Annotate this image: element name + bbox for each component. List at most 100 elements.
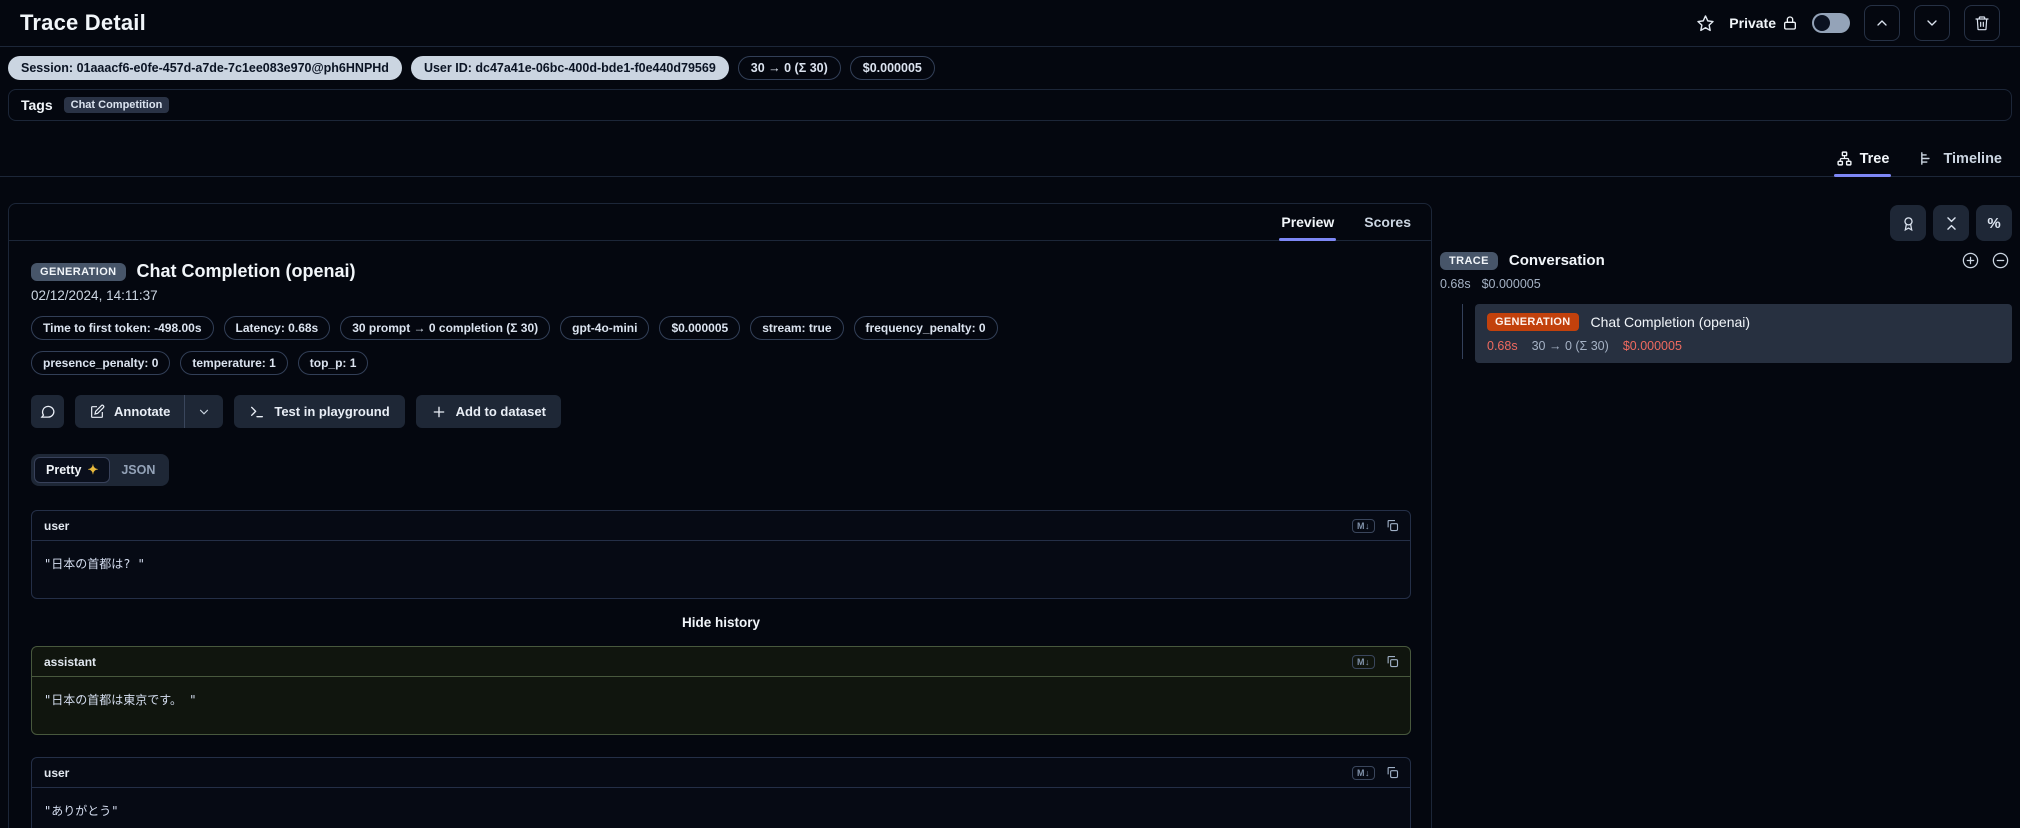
tab-scores[interactable]: Scores (1362, 204, 1413, 240)
copy-icon[interactable] (1385, 518, 1400, 533)
generation-type-badge: GENERATION (1487, 313, 1579, 331)
page-header: Trace Detail Private (0, 0, 2020, 47)
annotate-button[interactable]: Annotate (75, 395, 184, 428)
trace-root-row[interactable]: TRACE Conversation (1440, 251, 2012, 270)
tree-indent-line (1440, 304, 1463, 359)
format-pretty-button[interactable]: Pretty ✦ (34, 457, 111, 483)
message-role: assistant (44, 654, 97, 669)
annotate-dropdown-button[interactable] (185, 395, 223, 428)
format-json-button[interactable]: JSON (110, 459, 166, 481)
badge-model[interactable]: gpt-4o-mini (560, 316, 650, 340)
delete-trace-button[interactable] (1964, 5, 2000, 41)
tree-item-title: Chat Completion (openai) (1590, 314, 1751, 330)
format-toggle: Pretty ✦ JSON (31, 454, 170, 486)
markdown-toggle-icon[interactable]: M↓ (1352, 765, 1375, 780)
add-to-dataset-button[interactable]: Add to dataset (415, 395, 561, 428)
award-icon (1903, 216, 1913, 231)
observation-panel: Preview Scores GENERATION Chat Completio… (8, 203, 1432, 828)
prev-trace-button[interactable] (1864, 5, 1900, 41)
markdown-toggle-icon[interactable]: M↓ (1352, 518, 1375, 533)
badge-temperature: temperature: 1 (180, 351, 288, 375)
message-content: "日本の首都は? " (44, 557, 145, 571)
panel-tabs: Preview Scores (9, 204, 1431, 241)
observation-body: GENERATION Chat Completion (openai) 02/1… (9, 241, 1431, 828)
message-card-user-2: user M↓ "ありがとう" (31, 757, 1411, 828)
collapse-all-button[interactable] (1933, 205, 1969, 241)
message-list: user M↓ "日本の首都は? " Hide history assistan… (31, 510, 1411, 828)
scores-toggle-button[interactable] (1890, 205, 1926, 241)
trace-type-badge: TRACE (1440, 251, 1498, 270)
metrics-toggle-button[interactable]: % (1976, 205, 2012, 241)
markdown-toggle-icon[interactable]: M↓ (1352, 654, 1375, 669)
tab-tree[interactable]: Tree (1833, 141, 1892, 177)
message-header: user M↓ (32, 511, 1410, 541)
annotate-split-button: Annotate (75, 395, 224, 428)
token-usage-badge: 30 → 0 (Σ 30) (737, 56, 841, 80)
percent-icon: % (1987, 214, 2001, 232)
copy-icon[interactable] (1385, 654, 1400, 669)
tab-timeline-label: Timeline (1943, 150, 2002, 167)
header-actions: Private (1696, 5, 2000, 41)
tag-chip[interactable]: Chat Competition (63, 97, 170, 113)
plus-icon (433, 406, 445, 417)
trash-icon (1975, 16, 1989, 31)
observation-title: Chat Completion (openai) (136, 261, 356, 281)
tags-label: Tags (21, 97, 53, 113)
message-header: assistant M↓ (32, 647, 1410, 677)
message-content: "日本の首都は東京です。 " (44, 693, 197, 707)
tags-container[interactable]: Tags Chat Competition (8, 89, 2012, 121)
bookmark-star-icon[interactable] (1696, 14, 1715, 33)
trace-metrics: 0.68s $0.000005 (1440, 277, 2012, 291)
test-in-playground-button[interactable]: Test in playground (234, 395, 405, 428)
tree-item-metrics: 0.68s 30 → 0 (Σ 30) $0.000005 (1487, 339, 2000, 353)
message-role: user (44, 765, 70, 780)
toggle-knob (1814, 15, 1830, 31)
chevron-down-icon (1927, 20, 1937, 26)
trace-meta-row: Session: 01aaacf6-e0fe-457d-a7de-7c1ee08… (0, 47, 2020, 89)
message-card-assistant: assistant M↓ "日本の首都は東京です。 " (31, 646, 1411, 735)
pretty-label: Pretty (46, 463, 82, 477)
annotate-label: Annotate (114, 404, 171, 419)
message-tools: M↓ (1352, 765, 1400, 780)
terminal-icon (251, 406, 264, 417)
session-badge[interactable]: Session: 01aaacf6-e0fe-457d-a7de-7c1ee08… (8, 56, 402, 80)
badge-presence-penalty: presence_penalty: 0 (31, 351, 171, 375)
tree-item-cost: $0.000005 (1622, 339, 1682, 353)
collapse-icon[interactable] (1991, 251, 2010, 270)
tab-preview[interactable]: Preview (1279, 204, 1337, 241)
tree-item-latency: 0.68s (1487, 339, 1518, 353)
hide-history-button[interactable]: Hide history (31, 615, 1411, 630)
observation-header: GENERATION Chat Completion (openai) (31, 261, 1409, 282)
message-tools: M↓ (1352, 654, 1400, 669)
expand-all-icon[interactable] (1961, 251, 1980, 270)
tree-item-generation[interactable]: GENERATION Chat Completion (openai) 0.68… (1475, 304, 2012, 363)
chevron-down-icon (200, 409, 209, 415)
tree-item-tokens: 30 → 0 (Σ 30) (1531, 339, 1609, 353)
trace-tree-sidebar: % TRACE Conversation 0.68s $0.000005 GEN… (1440, 203, 2012, 363)
next-trace-button[interactable] (1914, 5, 1950, 41)
trace-cost: $0.000005 (1481, 277, 1541, 291)
trace-name: Conversation (1508, 252, 1605, 269)
add-to-dataset-label: Add to dataset (455, 404, 546, 419)
privacy-status: Private (1729, 15, 1798, 31)
badge-time-to-first-token: Time to first token: -498.00s (31, 316, 214, 340)
tree-item-header: GENERATION Chat Completion (openai) (1487, 313, 2000, 331)
observation-timestamp: 02/12/2024, 14:11:37 (31, 288, 158, 303)
generation-type-badge: GENERATION (31, 262, 126, 281)
timeline-icon (1921, 152, 1931, 165)
tree-icon (1837, 151, 1852, 166)
public-toggle[interactable] (1812, 13, 1850, 33)
message-tools: M↓ (1352, 518, 1400, 533)
comment-icon (40, 405, 55, 418)
view-tabs: Tree Timeline (0, 141, 2020, 177)
copy-icon[interactable] (1385, 765, 1400, 780)
user-id-badge[interactable]: User ID: dc47a41e-06bc-400d-bde1-f0e440d… (410, 56, 729, 80)
observation-actions: Annotate Test in playground Add to datas… (31, 395, 1409, 428)
page-title: Trace Detail (20, 10, 146, 35)
badge-cost: $0.000005 (659, 316, 741, 340)
tab-timeline[interactable]: Timeline (1917, 141, 2004, 176)
message-content: "ありがとう" (44, 804, 119, 818)
comments-button[interactable] (31, 395, 64, 428)
tree-item-wrap: GENERATION Chat Completion (openai) 0.68… (1440, 304, 2012, 363)
sparkles-icon: ✦ (87, 462, 99, 477)
